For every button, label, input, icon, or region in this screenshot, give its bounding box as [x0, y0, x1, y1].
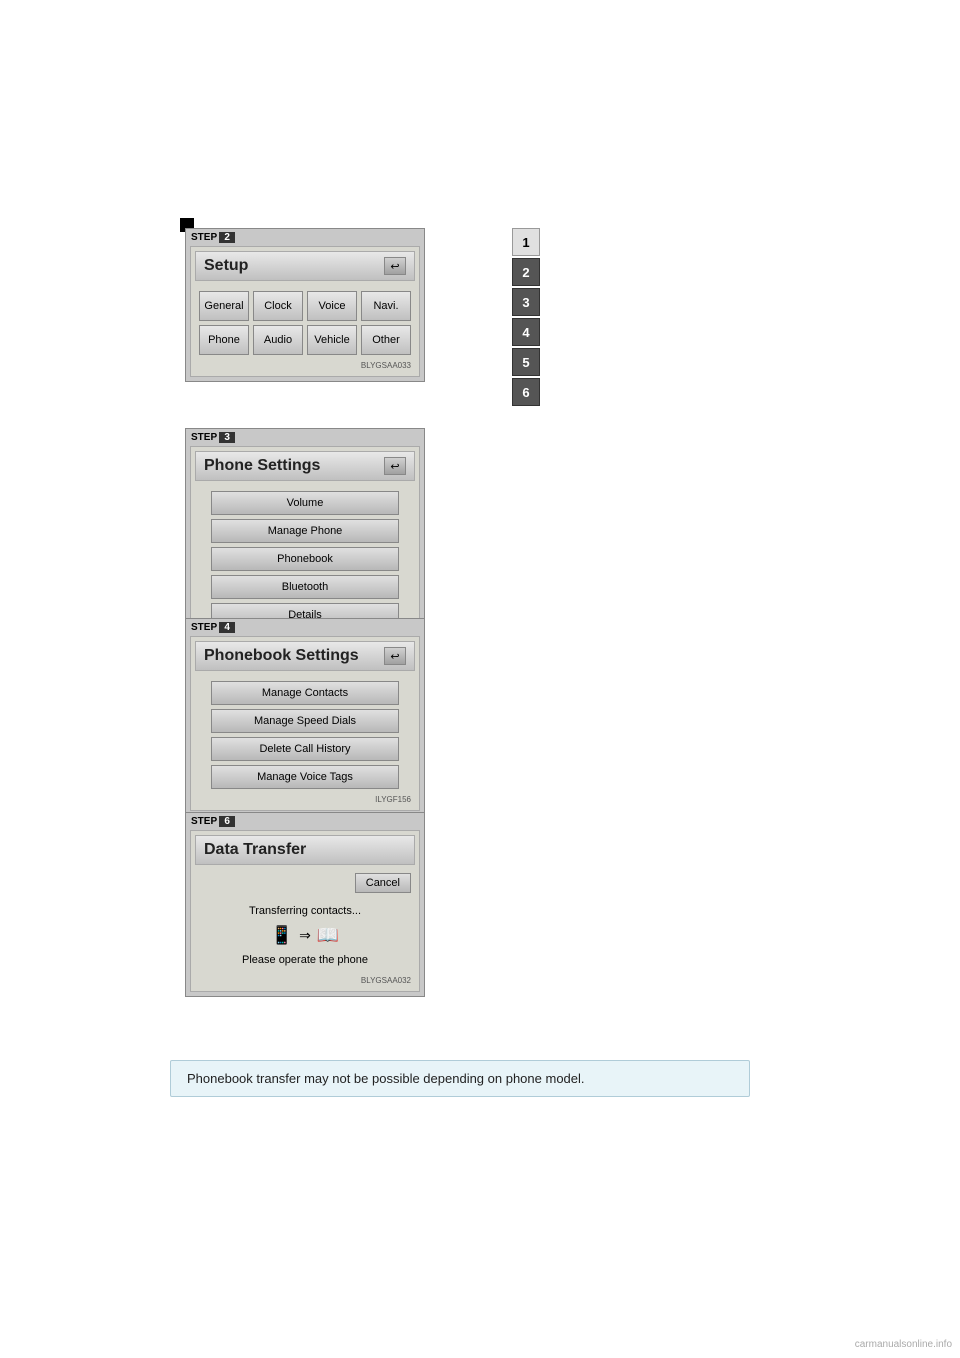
step2-grid: General Clock Voice Navi. Phone Audio Ve… [195, 287, 415, 359]
step3-back-button[interactable]: ↩ [384, 457, 406, 475]
side-tab-5[interactable]: 5 [512, 348, 540, 376]
phonebook-manage-voice-tags[interactable]: Manage Voice Tags [211, 765, 399, 789]
side-tab-3[interactable]: 3 [512, 288, 540, 316]
step2-img-code: BLYGSAA033 [195, 359, 415, 372]
phone-settings-manage-phone[interactable]: Manage Phone [211, 519, 399, 543]
phonebook-manage-speed-dials[interactable]: Manage Speed Dials [211, 709, 399, 733]
step2-back-button[interactable]: ↩ [384, 257, 406, 275]
step4-title: Phonebook Settings [204, 647, 359, 665]
watermark: carmanualsonline.info [855, 1339, 952, 1350]
setup-btn-vehicle[interactable]: Vehicle [307, 325, 357, 355]
side-tab-2[interactable]: 2 [512, 258, 540, 286]
step4-header: Phonebook Settings ↩ [195, 641, 415, 671]
step3-header: Phone Settings ↩ [195, 451, 415, 481]
step2-inner: Setup ↩ General Clock Voice Navi. Phone … [190, 246, 420, 377]
step6-header: Data Transfer [195, 835, 415, 865]
step6-transfer-icons: 📱 ⇒ 📖 [199, 925, 411, 946]
step6-operate-text: Please operate the phone [199, 954, 411, 966]
step6-title: Data Transfer [204, 841, 306, 859]
step6-label: STEP 6 [186, 813, 424, 830]
step4-word: STEP [191, 622, 217, 633]
setup-btn-clock[interactable]: Clock [253, 291, 303, 321]
step4-menu: Manage Contacts Manage Speed Dials Delet… [195, 677, 415, 793]
setup-btn-general[interactable]: General [199, 291, 249, 321]
step2-number: 2 [219, 232, 235, 243]
step3-word: STEP [191, 432, 217, 443]
setup-btn-phone[interactable]: Phone [199, 325, 249, 355]
side-tab-6[interactable]: 6 [512, 378, 540, 406]
step4-screen: STEP 4 Phonebook Settings ↩ Manage Conta… [185, 618, 425, 816]
side-tab-1[interactable]: 1 [512, 228, 540, 256]
book-icon: 📖 [317, 925, 339, 946]
side-tab-container: 1 2 3 4 5 6 [512, 228, 540, 406]
phone-settings-bluetooth[interactable]: Bluetooth [211, 575, 399, 599]
step3-menu: Volume Manage Phone Phonebook Bluetooth … [195, 487, 415, 631]
step2-label: STEP 2 [186, 229, 424, 246]
step2-word: STEP [191, 232, 217, 243]
step4-back-button[interactable]: ↩ [384, 647, 406, 665]
phone-settings-volume[interactable]: Volume [211, 491, 399, 515]
step3-number: 3 [219, 432, 235, 443]
step3-title: Phone Settings [204, 457, 320, 475]
step2-title: Setup [204, 257, 248, 275]
step6-img-code: BLYGSAA032 [195, 974, 415, 987]
phonebook-delete-call-history[interactable]: Delete Call History [211, 737, 399, 761]
setup-btn-audio[interactable]: Audio [253, 325, 303, 355]
step4-inner: Phonebook Settings ↩ Manage Contacts Man… [190, 636, 420, 811]
setup-btn-other[interactable]: Other [361, 325, 411, 355]
phonebook-manage-contacts[interactable]: Manage Contacts [211, 681, 399, 705]
step6-content: Transferring contacts... 📱 ⇒ 📖 Please op… [195, 897, 415, 974]
setup-btn-navi[interactable]: Navi. [361, 291, 411, 321]
setup-btn-voice[interactable]: Voice [307, 291, 357, 321]
step2-header: Setup ↩ [195, 251, 415, 281]
step6-inner: Data Transfer Cancel Transferring contac… [190, 830, 420, 992]
phone-icon: 📱 [271, 925, 293, 946]
step4-img-code: ILYGF156 [195, 793, 415, 806]
step6-transfer-text: Transferring contacts... [199, 905, 411, 917]
arrow-right-icon: ⇒ [299, 927, 311, 944]
step4-number: 4 [219, 622, 235, 633]
step6-screen: STEP 6 Data Transfer Cancel Transferring… [185, 812, 425, 997]
notice-text: Phonebook transfer may not be possible d… [187, 1071, 585, 1086]
phone-settings-phonebook[interactable]: Phonebook [211, 547, 399, 571]
side-tab-4[interactable]: 4 [512, 318, 540, 346]
step2-screen: STEP 2 Setup ↩ General Clock Voice Navi.… [185, 228, 425, 382]
step6-word: STEP [191, 816, 217, 827]
step6-cancel-button[interactable]: Cancel [355, 873, 411, 893]
step4-label: STEP 4 [186, 619, 424, 636]
step6-number: 6 [219, 816, 235, 827]
notice-box: Phonebook transfer may not be possible d… [170, 1060, 750, 1097]
step3-label: STEP 3 [186, 429, 424, 446]
